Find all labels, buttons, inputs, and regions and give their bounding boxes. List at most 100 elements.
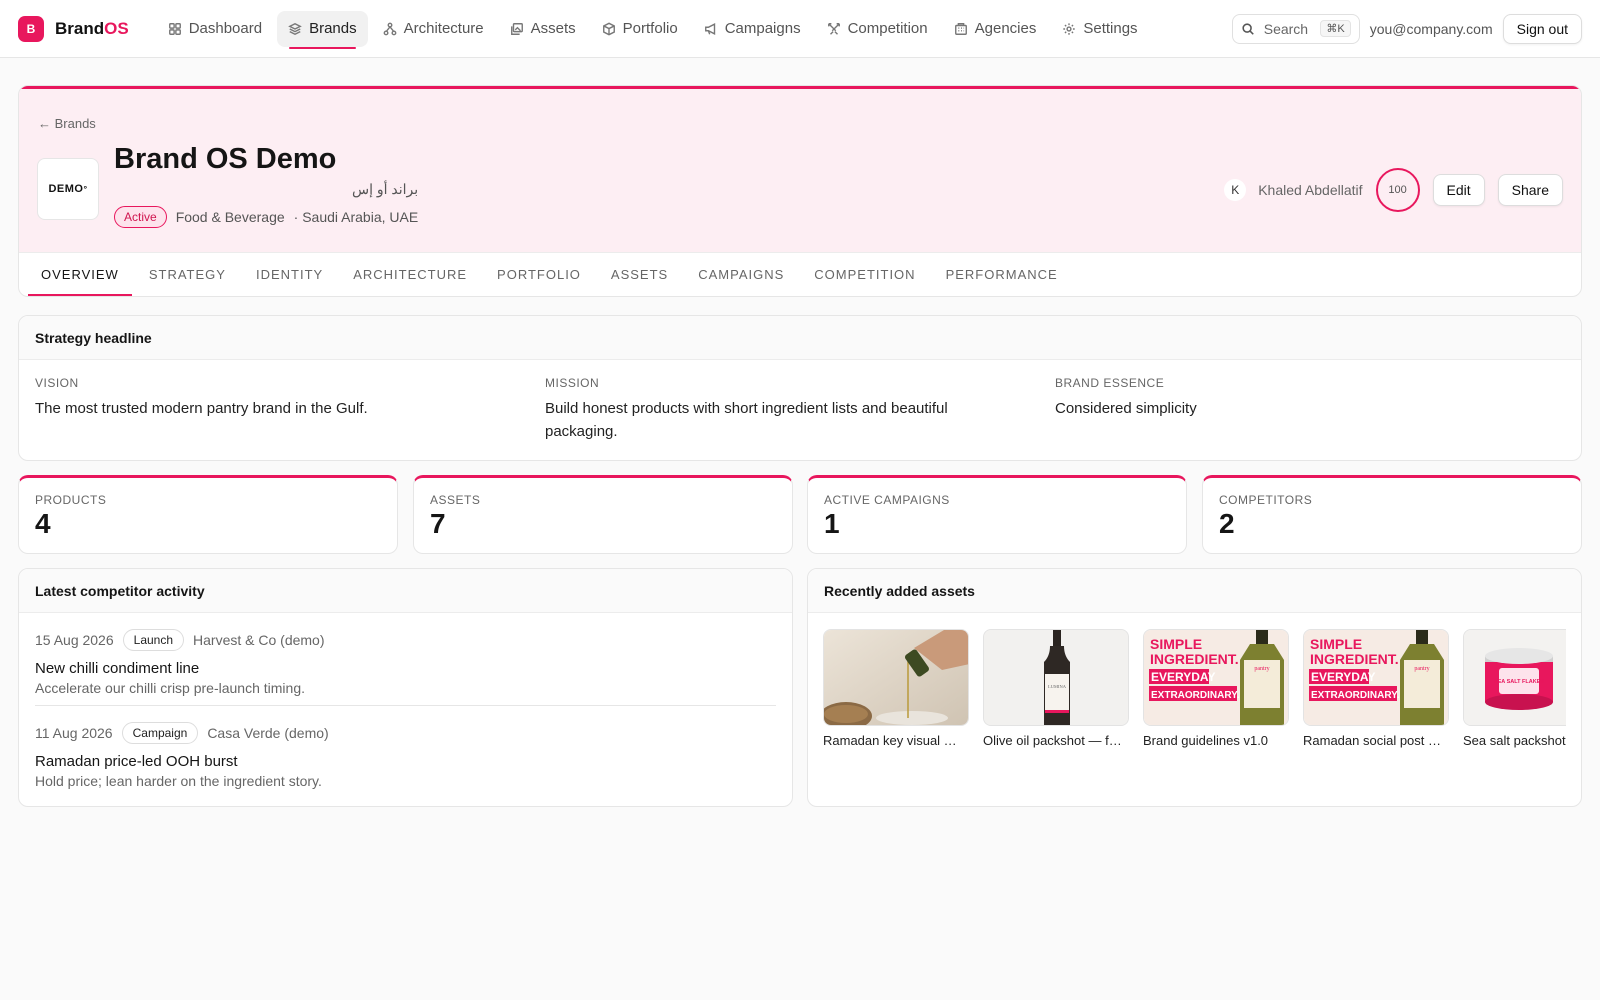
app-name-part2: OS [104,18,129,38]
stat-card-active-campaigns: ACTIVE CAMPAIGNS 1 [807,475,1187,554]
asset-card[interactable]: SIMPLE INGREDIENT. EVERYDAY EXTRAORDINAR… [1143,629,1289,748]
asset-name: Olive oil packshot — f… [983,733,1122,748]
nav-label: Settings [1083,20,1138,37]
bottle-brand: pantry [1414,666,1429,672]
nav-label: Brands [309,20,357,37]
search-button[interactable]: Search ⌘K [1231,13,1360,44]
nav-item-portfolio[interactable]: Portfolio [591,11,689,47]
strategy-headline-panel: Strategy headline VISION The most truste… [18,315,1582,461]
brand-markets: · Saudi Arabia, UAE [293,209,419,225]
nav-item-competition[interactable]: Competition [816,11,939,47]
panel-title: Strategy headline [19,316,1581,360]
panel-title: Latest competitor activity [19,569,792,613]
app-logo[interactable]: B BrandOS [18,15,129,42]
activity-title: New chilli condiment line [35,660,200,677]
activity-tag: Campaign [121,722,199,744]
asset-name: Ramadan social post … [1303,733,1442,748]
nav-label: Dashboard [188,20,263,37]
nav-item-architecture[interactable]: Architecture [372,11,495,47]
search-icon [1242,22,1254,35]
social-post-image: SIMPLE INGREDIENT. EVERYDAY EXTRAORDINAR… [1304,630,1448,725]
asset-card[interactable]: SIMPLE INGREDIENT. EVERYDAY EXTRAORDINAR… [1303,629,1449,748]
asset-card[interactable]: LUMINA Olive oil packshot — f… [983,629,1129,748]
layers-icon [288,22,302,35]
tab-strategy[interactable]: STRATEGY [136,253,239,296]
brand-tabs: OVERVIEW STRATEGY IDENTITY ARCHITECTURE … [19,252,1581,296]
asset-card[interactable]: Ramadan key visual —… [823,629,969,748]
stat-value: 7 [430,508,446,539]
poster-line: INGREDIENT. [1150,651,1239,667]
tin-packshot-image: SEA SALT FLAKES [1464,630,1566,725]
activity-description: Accelerate our chilli crisp pre-launch t… [35,680,305,696]
hierarchy-icon [383,22,396,35]
asset-card[interactable]: SEA SALT FLAKES Sea salt packshot [1463,629,1566,748]
nav-label: Architecture [403,20,484,37]
stat-card-competitors: COMPETITORS 2 [1202,475,1582,554]
nav-label: Assets [530,20,576,37]
activity-title: Ramadan price-led OOH burst [35,753,238,770]
brand-name-arabic: براند أو إس [352,181,419,197]
tab-overview[interactable]: OVERVIEW [28,253,132,296]
brand-essence-text: Considered simplicity [1055,400,1197,417]
mission-label: MISSION [545,376,600,390]
nav-item-brands[interactable]: Brands [277,10,368,49]
mission-block: MISSION Build honest products with short… [545,376,1055,443]
stat-value: 4 [35,508,51,539]
image-icon [510,22,523,35]
gear-icon [1063,22,1076,35]
brand-logo-text: DEMO [48,183,84,195]
vision-text: The most trusted modern pantry brand in … [35,400,368,417]
nav-item-dashboard[interactable]: Dashboard [157,11,273,47]
edit-button[interactable]: Edit [1432,174,1485,206]
avatar: K [1224,179,1247,201]
tab-identity[interactable]: IDENTITY [243,253,336,296]
tab-competition[interactable]: COMPETITION [801,253,928,296]
brand-logo-mark: ° [83,184,88,194]
list-item[interactable]: 11 Aug 2026 Campaign Casa Verde (demo) R… [35,706,776,798]
vision-block: VISION The most trusted modern pantry br… [35,376,545,443]
stat-card-assets: ASSETS 7 [413,475,793,554]
competitor-activity-panel: Latest competitor activity 15 Aug 2026 L… [18,568,793,807]
share-button[interactable]: Share [1497,174,1563,206]
stat-label: ASSETS [430,493,481,507]
poster-line: EXTRAORDINARY. [1311,690,1400,701]
breadcrumb-back-link[interactable]: ← Brands [38,116,96,131]
olive-bottle-label: LUMINA [1048,684,1067,689]
tab-architecture[interactable]: ARCHITECTURE [340,253,480,296]
nav-item-agencies[interactable]: Agencies [943,11,1048,47]
brand-header: ← Brands DEMO ° Brand OS Demo براند أو إس… [19,86,1581,252]
nav-label: Competition [847,20,928,37]
list-item[interactable]: 15 Aug 2026 Launch Harvest & Co (demo) N… [35,613,776,706]
nav-item-campaigns[interactable]: Campaigns [693,11,812,47]
packshot-image: LUMINA [984,630,1128,725]
activity-competitor: Casa Verde (demo) [207,725,329,741]
asset-thumbnail: SEA SALT FLAKES [1463,629,1566,726]
nav-item-assets[interactable]: Assets [499,11,587,47]
activity-date: 11 Aug 2026 [35,725,113,741]
poster-line: EVERYDAY [1151,670,1215,684]
activity-competitor: Harvest & Co (demo) [193,632,325,648]
page-title: Brand OS Demo [114,143,337,175]
poster-line: EXTRAORDINARY. [1151,690,1240,701]
asset-name: Sea salt packshot [1463,733,1566,748]
stat-value: 2 [1219,508,1235,539]
tab-campaigns[interactable]: CAMPAIGNS [685,253,797,296]
nav-label: Portfolio [622,20,678,37]
brand-essence-block: BRAND ESSENCE Considered simplicity [1055,376,1565,443]
user-email: you@company.com [1369,20,1493,37]
brand-header-card: ← Brands DEMO ° Brand OS Demo براند أو إس… [18,85,1582,297]
stat-card-products: PRODUCTS 4 [18,475,398,554]
brand-owner-name: Khaled Abdellatif [1258,182,1363,198]
sign-out-button[interactable]: Sign out [1502,13,1582,44]
recent-assets-panel: Recently added assets Ramadan key visual… [807,568,1582,807]
tab-performance[interactable]: PERFORMANCE [933,253,1071,296]
tin-label: SEA SALT FLAKES [1494,679,1544,685]
tab-portfolio[interactable]: PORTFOLIO [484,253,594,296]
tab-assets[interactable]: ASSETS [598,253,681,296]
nav-label: Campaigns [724,20,801,37]
status-badge: Active [114,206,167,228]
activity-description: Hold price; lean harder on the ingredien… [35,773,322,789]
asset-thumbnail: SIMPLE INGREDIENT. EVERYDAY EXTRAORDINAR… [1143,629,1289,726]
brand-actions: K Khaled Abdellatif 100 Edit Share [1224,168,1563,212]
nav-item-settings[interactable]: Settings [1051,11,1148,47]
